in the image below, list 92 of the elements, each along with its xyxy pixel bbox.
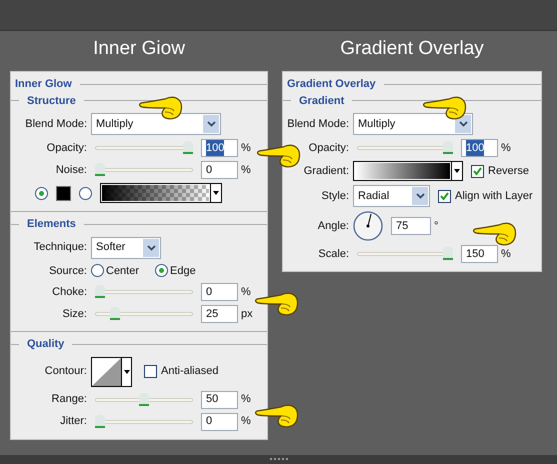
checkbox-label: Align with Layer bbox=[455, 188, 533, 204]
grip-icon bbox=[270, 458, 288, 461]
slider-thumb[interactable] bbox=[95, 414, 105, 428]
number-field[interactable]: 75 bbox=[391, 217, 431, 235]
field-label: Jitter: bbox=[60, 415, 87, 428]
field-label: Scale: bbox=[318, 248, 349, 260]
section-heading: Elements bbox=[27, 217, 76, 232]
slider[interactable] bbox=[95, 285, 193, 299]
number-field[interactable]: 0 bbox=[201, 283, 238, 301]
pointing-hand-icon bbox=[255, 402, 299, 428]
unit-label: % bbox=[240, 392, 251, 408]
field-label: Blend Mode: bbox=[287, 118, 349, 130]
checkbox[interactable] bbox=[438, 190, 451, 202]
panel-heading: Gradient Overlay bbox=[287, 77, 376, 92]
radio-label: Edge bbox=[170, 264, 196, 278]
field-label: Opacity: bbox=[308, 142, 349, 154]
chevron-icon bbox=[143, 238, 159, 256]
radio-button[interactable] bbox=[79, 186, 92, 200]
dropdown[interactable]: Multiply bbox=[91, 113, 221, 135]
slider[interactable] bbox=[95, 307, 193, 321]
slider-thumb[interactable] bbox=[443, 141, 453, 154]
dropdown[interactable]: Radial bbox=[353, 185, 430, 207]
field-label: Source: bbox=[49, 264, 87, 276]
slider[interactable] bbox=[95, 392, 193, 406]
pointing-hand-icon bbox=[473, 220, 517, 246]
dropdown[interactable]: Multiply bbox=[353, 113, 473, 135]
field-label: Technique: bbox=[34, 241, 87, 254]
unit-label: % bbox=[240, 284, 251, 300]
panel-heading: Inner Glow bbox=[15, 77, 72, 92]
slider-thumb[interactable] bbox=[183, 141, 193, 154]
field-label: Opacity: bbox=[46, 142, 87, 154]
pointing-hand-icon bbox=[139, 94, 183, 120]
chevron-icon bbox=[203, 115, 219, 133]
checkbox-label: Reverse bbox=[488, 164, 529, 179]
unit-label: % bbox=[500, 140, 511, 156]
section-heading: Structure bbox=[27, 94, 76, 108]
field-label: Style: bbox=[321, 190, 349, 202]
caret-icon bbox=[454, 169, 460, 173]
dropdown[interactable]: Softer bbox=[91, 236, 161, 258]
chevron-icon bbox=[412, 187, 428, 205]
unit-label: px bbox=[240, 306, 253, 322]
gradient-picker[interactable] bbox=[100, 183, 222, 203]
number-field[interactable]: 100 bbox=[461, 139, 498, 157]
pointing-hand-icon bbox=[257, 142, 301, 168]
unit-label: % bbox=[240, 140, 251, 156]
slider[interactable] bbox=[357, 141, 453, 155]
field-label: Size: bbox=[62, 308, 87, 320]
slider-thumb[interactable] bbox=[139, 392, 149, 406]
field-label: Blend Mode: bbox=[25, 118, 87, 130]
checkbox-label: Anti-aliased bbox=[161, 364, 218, 380]
slider[interactable] bbox=[357, 247, 453, 261]
number-field[interactable]: 0 bbox=[201, 161, 238, 179]
section-heading: Quality bbox=[27, 337, 64, 352]
gradient-picker[interactable] bbox=[353, 161, 463, 181]
angle-dial[interactable] bbox=[353, 211, 383, 241]
number-field[interactable]: 50 bbox=[201, 390, 238, 408]
checkbox[interactable] bbox=[471, 164, 484, 178]
field-label: Noise: bbox=[56, 164, 87, 176]
slider[interactable] bbox=[95, 141, 193, 155]
number-field[interactable]: 0 bbox=[201, 412, 238, 430]
number-field[interactable]: 25 bbox=[201, 305, 238, 323]
field-label: Range: bbox=[52, 393, 87, 406]
number-field[interactable]: 100 bbox=[201, 139, 238, 157]
caret-icon bbox=[124, 370, 130, 374]
pointing-hand-icon bbox=[255, 290, 299, 316]
field-label: Angle: bbox=[318, 220, 349, 232]
pointing-hand-icon bbox=[423, 94, 467, 120]
panel-title: Gradient Overlay bbox=[340, 37, 484, 61]
unit-label: % bbox=[240, 162, 251, 178]
slider-thumb[interactable] bbox=[110, 307, 120, 320]
number-field[interactable]: 150 bbox=[461, 245, 498, 263]
radio-button[interactable] bbox=[91, 264, 104, 278]
caret-icon bbox=[213, 191, 219, 195]
slider[interactable] bbox=[95, 163, 193, 177]
field-label: Contour: bbox=[44, 365, 87, 378]
panel-title: Inner Giow bbox=[93, 37, 185, 61]
color-swatch[interactable] bbox=[56, 186, 71, 200]
unit-label: % bbox=[240, 414, 251, 430]
unit-label: ° bbox=[433, 218, 438, 234]
contour-picker[interactable] bbox=[91, 356, 132, 386]
field-label: Choke: bbox=[52, 286, 87, 298]
field-label: Gradient: bbox=[304, 164, 349, 177]
unit-label: % bbox=[500, 246, 511, 262]
slider-thumb[interactable] bbox=[95, 163, 105, 176]
section-heading: Gradient bbox=[299, 94, 344, 108]
radio-button[interactable] bbox=[155, 264, 168, 278]
checkbox[interactable] bbox=[144, 365, 157, 378]
radio-button[interactable] bbox=[35, 186, 48, 200]
slider[interactable] bbox=[95, 414, 193, 428]
slider-thumb[interactable] bbox=[95, 285, 105, 298]
slider-thumb[interactable] bbox=[443, 247, 453, 260]
radio-label: Center bbox=[106, 264, 140, 278]
